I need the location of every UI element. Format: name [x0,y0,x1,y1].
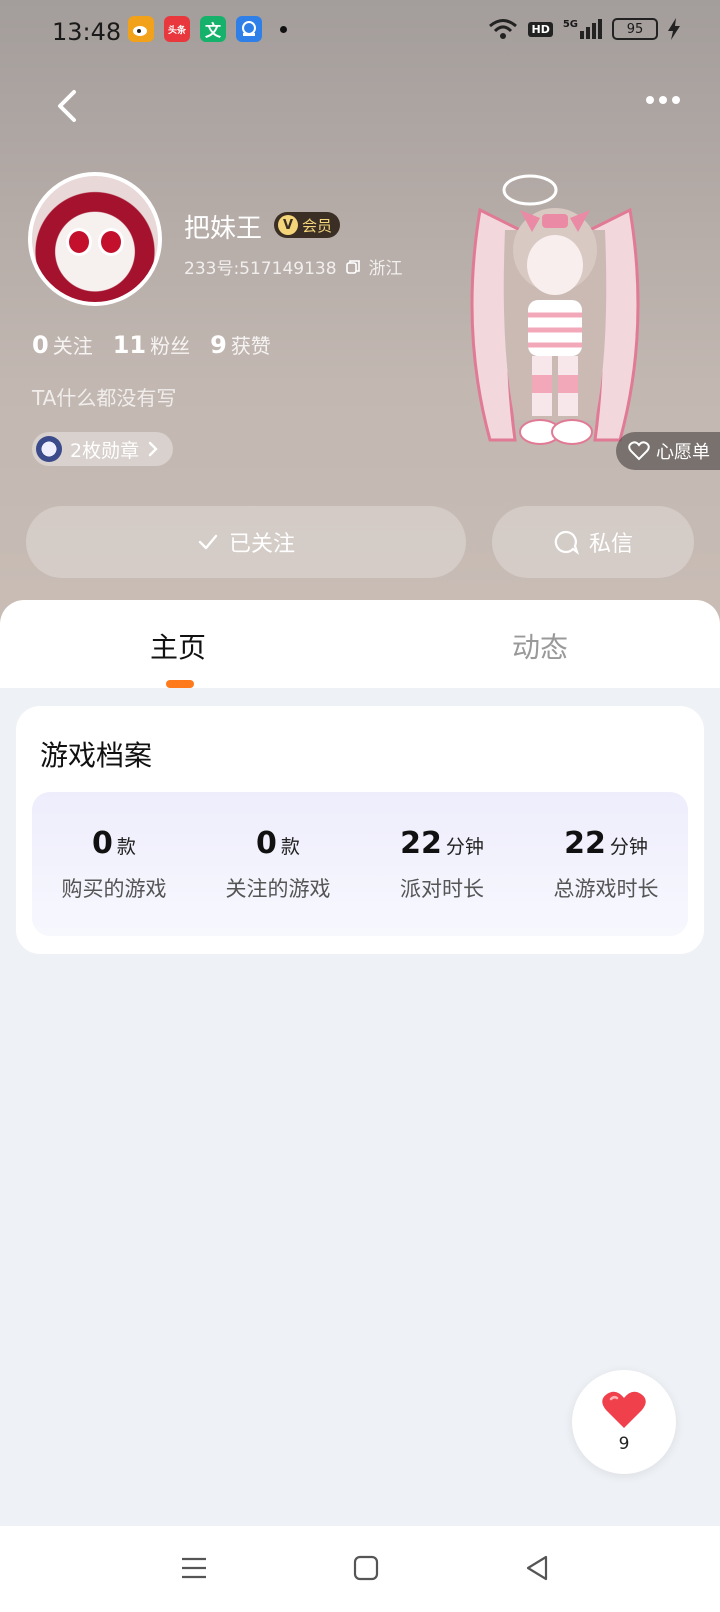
status-bar: 13:48 头条 文 HD 5G 95 [0,14,720,54]
user-id: 233号:517149138 [184,259,337,279]
profile-header: 13:48 头条 文 HD 5G 95 把妹王 V 会员 233号:517149… [0,0,720,640]
message-button[interactable]: 私信 [492,506,694,578]
notification-icons: 头条 文 [128,16,287,42]
more-options-button[interactable] [646,96,680,104]
more-dot-icon [646,96,654,104]
menu-icon[interactable] [180,1554,208,1582]
game-profile-card: 游戏档案 0款 购买的游戏 0款 关注的游戏 22 分钟 派对时长 22 分钟 总游… [16,706,704,954]
likes-stat[interactable]: 9 获赞 [210,330,271,359]
status-right: HD 5G 95 [488,18,680,40]
game-profile-title: 游戏档案 [40,739,153,772]
heart-outline-icon [628,441,650,461]
check-icon [198,534,218,550]
home-icon[interactable] [352,1554,380,1582]
chat-bubble-icon [554,530,579,555]
browser-icon [236,16,262,42]
copy-icon[interactable] [345,259,361,275]
fans-stat[interactable]: 11 粉丝 [113,330,190,359]
purchased-games-stat[interactable]: 0款 购买的游戏 [32,792,196,936]
avatar-character-figure[interactable] [460,170,650,460]
charging-icon [668,18,680,40]
wenku-icon: 文 [200,16,226,42]
toutiao-icon: 头条 [164,16,190,42]
system-nav-bar [0,1526,720,1612]
vip-badge[interactable]: V 会员 [274,212,341,238]
back-button[interactable] [48,86,88,126]
tab-home[interactable]: 主页 [150,626,206,666]
vip-icon: V [278,215,298,235]
badges-button[interactable]: 2枚勋章 [32,432,174,466]
medal-icon [36,436,62,462]
battery-icon: 95 [612,18,658,40]
profile-stats: 0 关注 11 粉丝 9 获赞 [32,330,271,359]
username: 把妹王 [184,214,263,244]
status-time: 13:48 [52,18,122,46]
profile-tabs: 主页 动态 [0,600,720,688]
total-playtime-stat[interactable]: 22 分钟 总游戏时长 [524,792,688,936]
user-id-row: 233号:517149138 浙江 [184,254,403,279]
active-tab-indicator [166,680,194,688]
game-stats-grid: 0款 购买的游戏 0款 关注的游戏 22 分钟 派对时长 22 分钟 总游戏时长 [32,792,688,936]
back-arrow-icon [58,90,76,122]
following-stat[interactable]: 0 关注 [32,330,93,359]
wifi-icon [489,19,518,39]
weibo-icon [128,16,154,42]
bio-text: TA什么都没有写 [32,386,177,410]
back-nav-icon[interactable] [524,1554,552,1582]
tab-feed[interactable]: 动态 [512,626,568,666]
wishlist-button[interactable]: 心愿单 [616,432,720,470]
party-time-stat[interactable]: 22 分钟 派对时长 [360,792,524,936]
more-notifications-dot [280,25,287,33]
like-count: 9 [618,1434,630,1454]
region: 浙江 [368,259,403,279]
avatar[interactable] [28,172,162,306]
chevron-right-icon [148,441,158,457]
signal-icon: 5G [563,19,602,39]
heart-icon [602,1391,646,1428]
followed-button[interactable]: 已关注 [26,506,466,578]
hd-icon: HD [528,21,553,37]
followed-games-stat[interactable]: 0款 关注的游戏 [196,792,360,936]
like-button[interactable]: 9 [572,1370,676,1474]
